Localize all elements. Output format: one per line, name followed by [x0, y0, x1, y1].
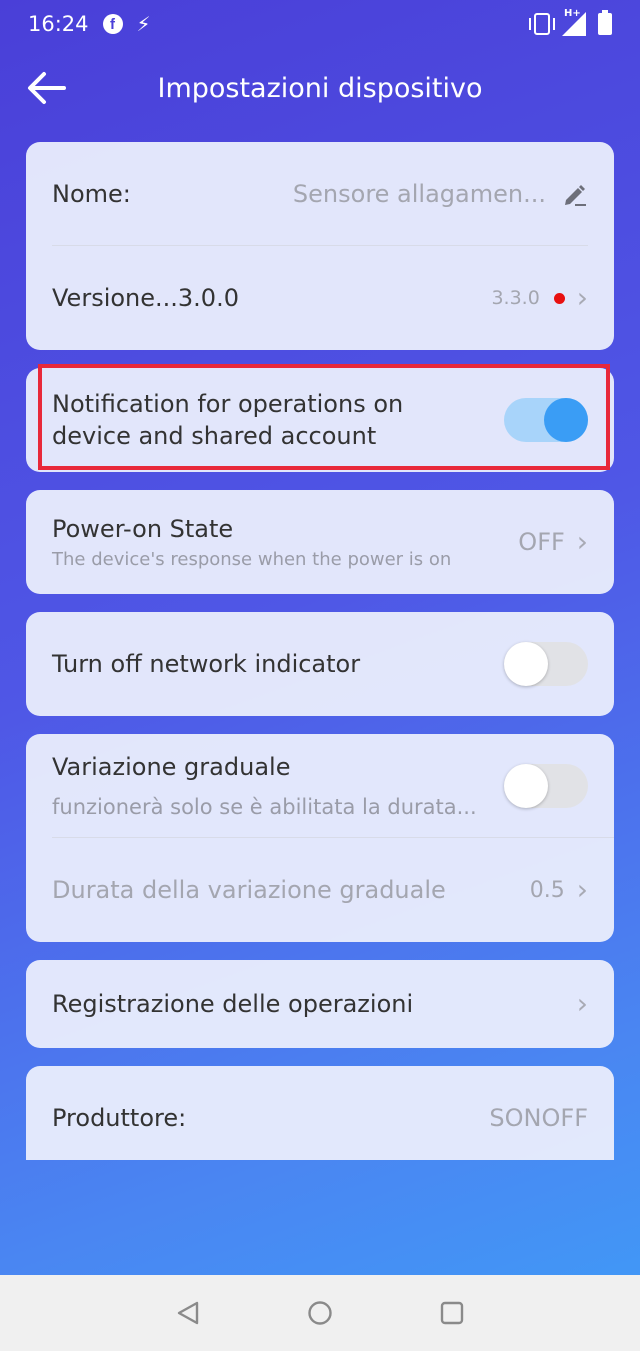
vibrate-icon	[529, 13, 555, 35]
gradual-toggle[interactable]	[504, 764, 588, 808]
triangle-back-icon	[177, 1301, 199, 1325]
gradual-duration-value: 0.5	[529, 877, 565, 903]
chevron-right-icon: ›	[576, 987, 588, 1020]
edit-icon[interactable]	[562, 181, 588, 207]
manufacturer-label: Produttore:	[52, 1104, 187, 1132]
nav-recents-button[interactable]	[434, 1295, 470, 1331]
power-on-value: OFF	[518, 528, 565, 556]
chevron-right-icon: ›	[576, 873, 588, 906]
version-value: 3.3.0	[491, 287, 540, 309]
name-row[interactable]: Nome: Sensore allagamen...	[26, 142, 614, 245]
notification-card: Notification for operations on device an…	[26, 368, 614, 472]
toggle-knob	[504, 642, 548, 686]
arrow-left-icon	[28, 72, 66, 104]
power-on-description: The device's response when the power is …	[52, 548, 452, 570]
name-value: Sensore allagamen...	[292, 179, 546, 208]
operations-log-row[interactable]: Registrazione delle operazioni ›	[26, 960, 614, 1048]
update-dot	[553, 292, 565, 304]
toggle-knob	[504, 764, 548, 808]
nav-home-button[interactable]	[302, 1295, 338, 1331]
back-button[interactable]	[22, 66, 70, 110]
toggle-knob	[544, 398, 588, 442]
battery-icon	[598, 10, 612, 35]
power-on-row[interactable]: Power-on State The device's response whe…	[26, 490, 614, 594]
network-indicator-label: Turn off network indicator	[52, 650, 361, 678]
manufacturer-row: Produttore: SONOFF	[26, 1066, 614, 1170]
notification-label-line1: Notification for operations on	[52, 390, 404, 418]
gradual-description: funzionerà solo se è abilitata la durata…	[52, 795, 477, 819]
network-indicator-toggle[interactable]	[504, 642, 588, 686]
operations-log-card: Registrazione delle operazioni ›	[26, 960, 614, 1048]
nav-back-button[interactable]	[170, 1295, 206, 1331]
gradual-label: Variazione graduale	[52, 753, 291, 781]
status-time: 16:24	[28, 12, 89, 36]
app-header: Impostazioni dispositivo	[0, 48, 640, 128]
power-on-label: Power-on State	[52, 514, 234, 543]
signal-icon: H+	[562, 8, 586, 36]
circle-home-icon	[308, 1301, 332, 1325]
gradual-duration-row[interactable]: Durata della variazione graduale 0.5 ›	[26, 838, 614, 942]
chevron-right-icon: ›	[576, 525, 588, 558]
page-title: Impostazioni dispositivo	[157, 72, 483, 104]
bolt-icon: ⚡	[136, 12, 151, 36]
version-label: Versione...3.0.0	[52, 284, 239, 312]
manufacturer-value: SONOFF	[489, 1104, 588, 1132]
power-on-text: Power-on State The device's response whe…	[52, 515, 451, 570]
power-on-card: Power-on State The device's response whe…	[26, 490, 614, 594]
gradual-duration-label: Durata della variazione graduale	[52, 876, 446, 904]
system-nav-bar	[0, 1275, 640, 1351]
chevron-right-icon: ›	[576, 281, 588, 314]
gradual-text: Variazione graduale funzionerà solo se è…	[52, 753, 477, 819]
notification-label-line2: device and shared account	[52, 422, 377, 450]
manufacturer-card: Produttore: SONOFF	[26, 1066, 614, 1160]
notification-toggle[interactable]	[504, 398, 588, 442]
version-row[interactable]: Versione...3.0.0 3.3.0 ›	[26, 246, 614, 350]
gradual-card: Variazione graduale funzionerà solo se è…	[26, 734, 614, 942]
name-label: Nome:	[52, 179, 131, 208]
square-recents-icon	[440, 1301, 464, 1325]
notification-label: Notification for operations on device an…	[52, 388, 403, 452]
status-bar: 16:24 f ⚡ H+	[0, 0, 640, 48]
network-indicator-card: Turn off network indicator	[26, 612, 614, 716]
facebook-icon: f	[102, 14, 123, 34]
operations-log-label: Registrazione delle operazioni	[52, 990, 414, 1018]
device-info-card: Nome: Sensore allagamen... Versione...3.…	[26, 142, 614, 350]
